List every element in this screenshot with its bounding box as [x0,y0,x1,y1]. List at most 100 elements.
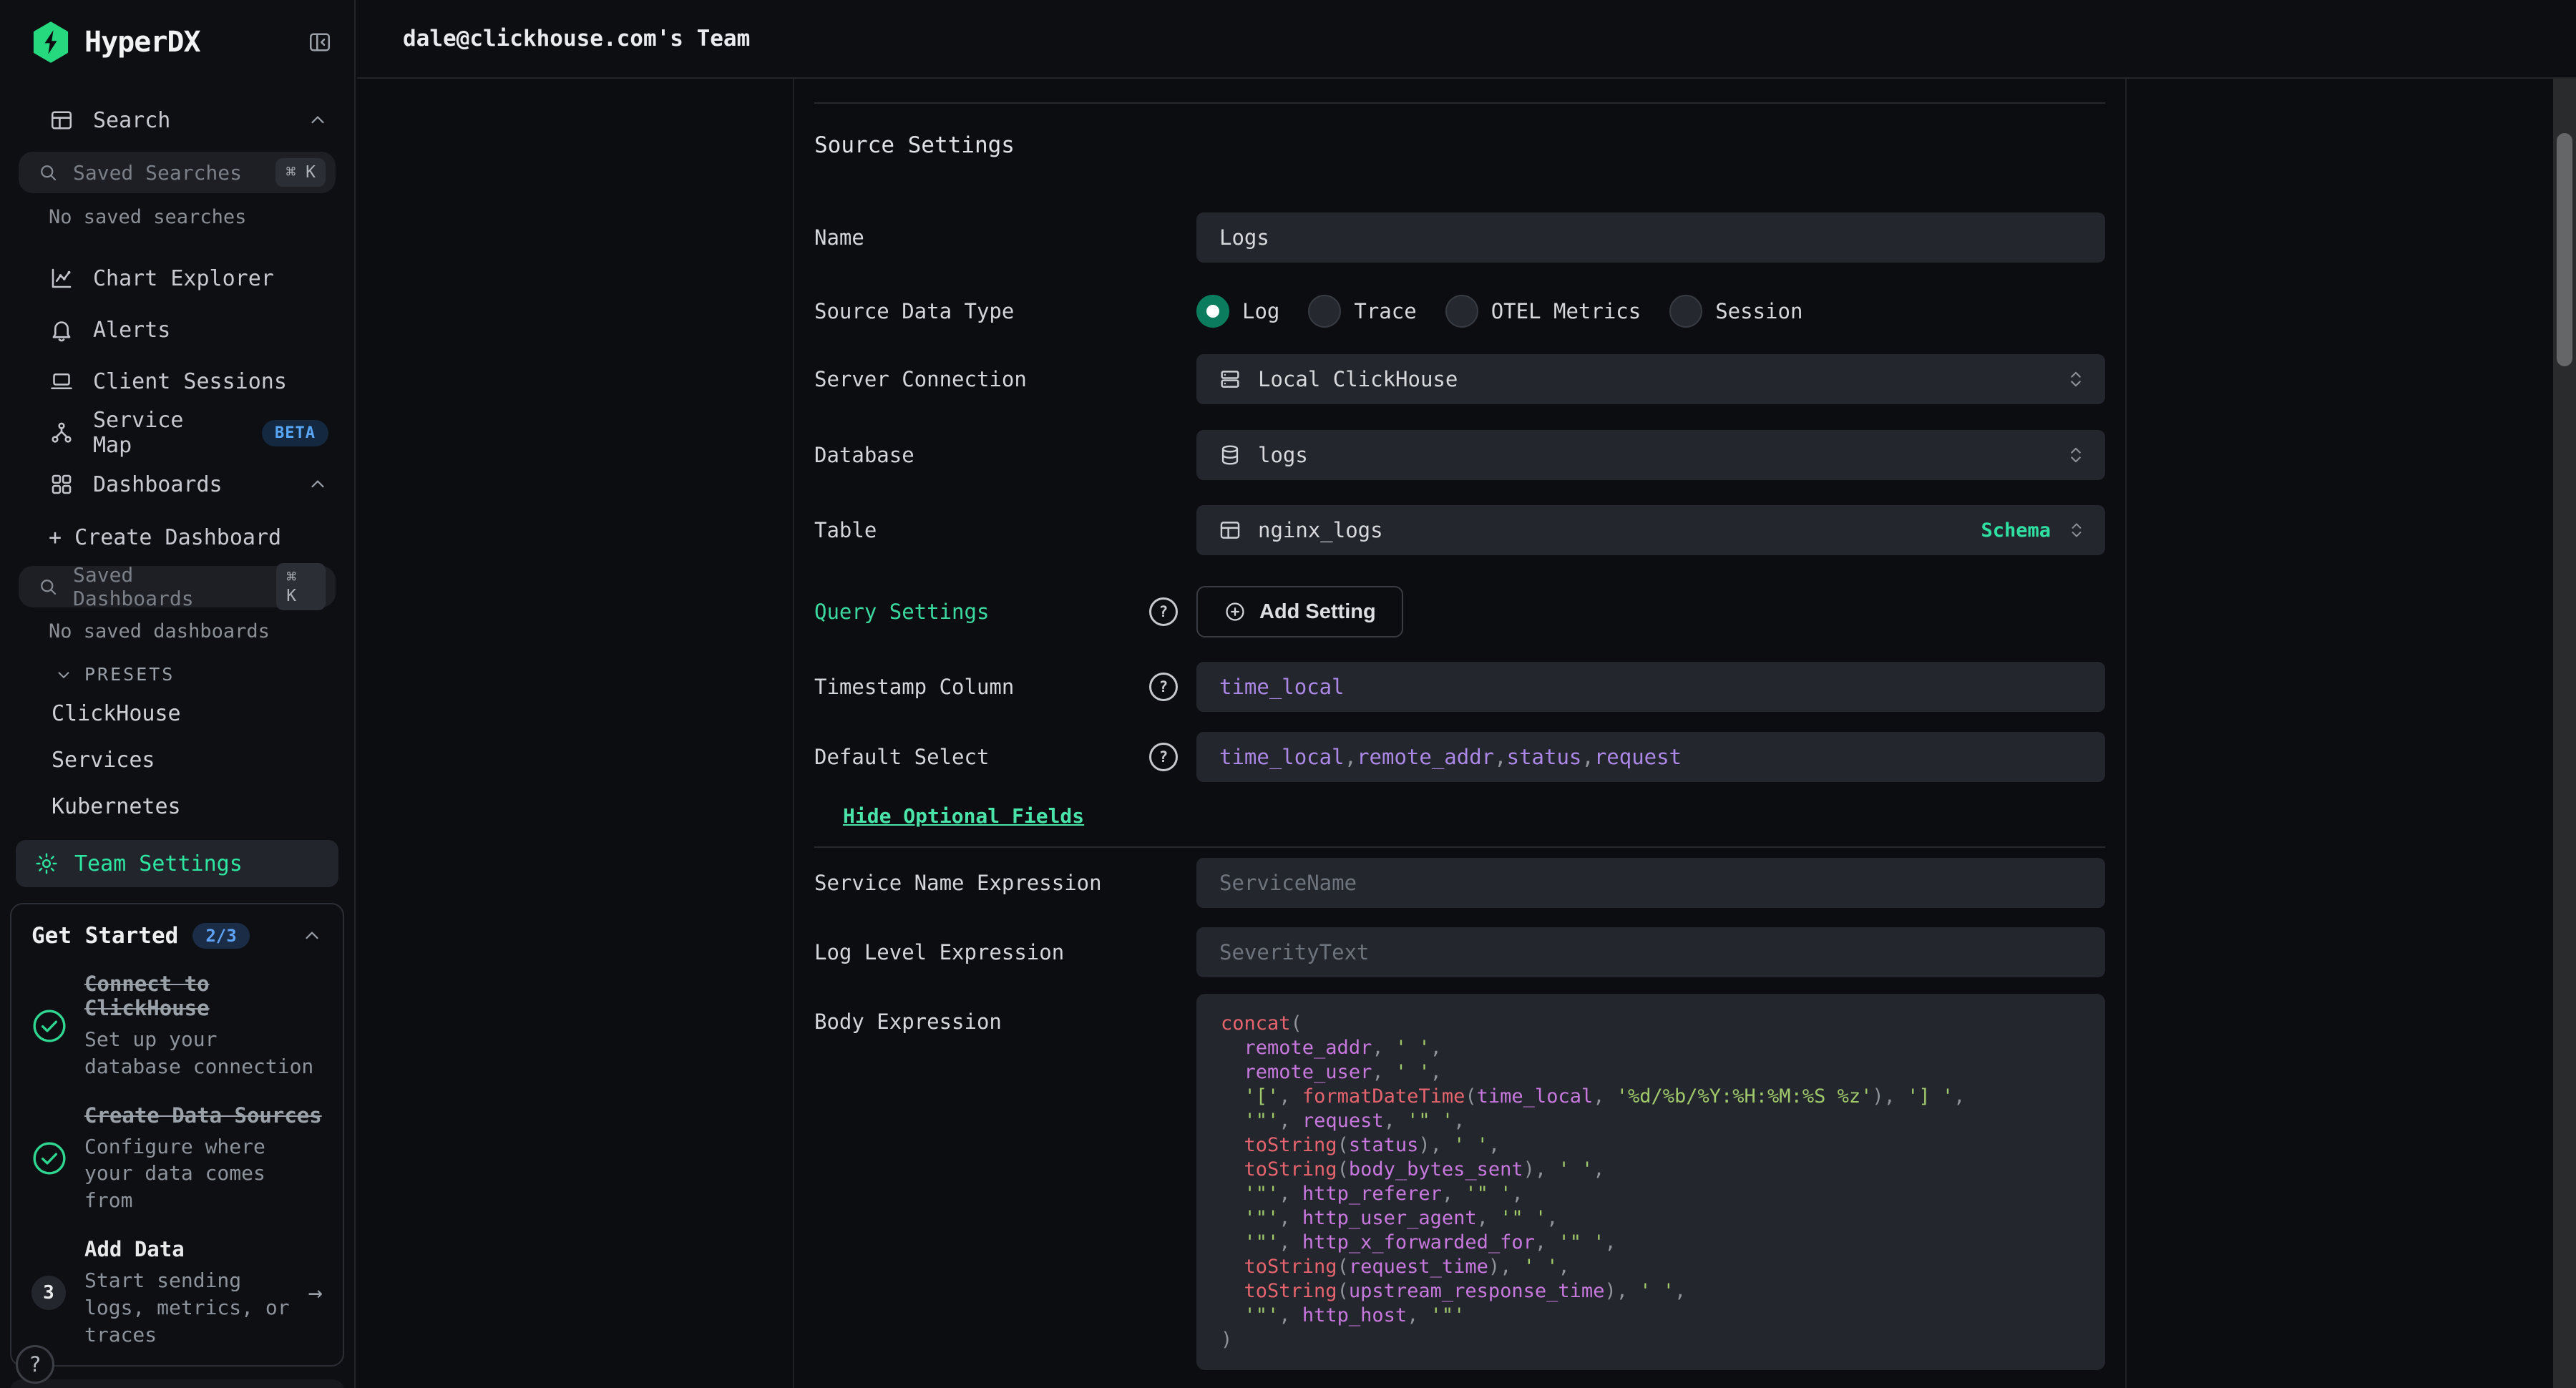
query-settings-row: Query Settings ? Add Setting [814,586,2105,637]
database-value: logs [1258,443,1308,467]
sidebar-item-label: Dashboards [93,472,223,497]
body-expression-row: Body Expression concat( remote_addr, ' '… [814,994,2105,1370]
saved-searches-input[interactable]: Saved Searches ⌘ K [19,152,336,193]
radio-session[interactable]: Session [1669,295,1802,328]
team-settings-label: Team Settings [74,851,243,876]
default-select-row: Default Select ? time_local, remote_addr… [814,732,2105,782]
sidebar-item-search[interactable]: Search [0,94,354,146]
radio-dot [1308,295,1341,328]
no-saved-dashboards-text: No saved dashboards [0,616,354,650]
table-value: nginx_logs [1258,518,1383,542]
sidebar-item-team-settings[interactable]: Team Settings [16,840,338,887]
preset-item-services[interactable]: Services [0,737,354,783]
table-icon [1218,518,1242,542]
deploy-promo-card: Ready to deploy on ClickHouse Cloud? Get… [10,1379,344,1388]
source-data-type-label: Source Data Type [814,299,1196,323]
log-level-row: Log Level Expression [814,927,2105,977]
task-connect-clickhouse[interactable]: Connect to ClickHouse Set up your databa… [31,972,323,1080]
log-level-input[interactable] [1196,927,2105,977]
saved-searches-placeholder: Saved Searches [73,161,242,185]
table-icon [49,107,74,133]
server-icon [1218,367,1242,391]
help-circle-icon[interactable]: ? [1149,673,1178,701]
radio-log[interactable]: Log [1196,295,1279,328]
schema-link[interactable]: Schema [1981,519,2051,542]
create-dashboard-button[interactable]: + Create Dashboard [0,514,354,560]
divider [814,102,2105,104]
preset-item-clickhouse[interactable]: ClickHouse [0,690,354,737]
name-row: Name [814,212,2105,263]
sidebar-item-label: Search [93,108,170,133]
brand-logo[interactable]: HyperDX [0,0,354,63]
check-circle-icon [31,1008,67,1044]
service-name-input[interactable] [1196,858,2105,908]
circle-plus-icon [1224,600,1246,623]
chevron-down-icon [54,665,73,684]
arrow-right-icon: → [308,1279,323,1307]
database-select[interactable]: logs [1196,430,2105,480]
chevron-up-icon[interactable] [301,925,323,947]
default-select-input[interactable]: time_local, remote_addr, status, request [1196,732,2105,782]
radio-dot [1669,295,1702,328]
add-setting-button[interactable]: Add Setting [1196,586,1403,637]
laptop-icon [49,368,74,394]
source-data-type-row: Source Data Type Log Trace OTEL Metrics [814,286,2105,336]
task-desc: Set up your database connection [84,1026,323,1080]
name-input[interactable] [1196,212,2105,263]
sidebar-item-label: Client Sessions [93,369,287,394]
help-button[interactable]: ? [16,1345,54,1384]
body-expression-label: Body Expression [814,994,1196,1034]
radio-trace[interactable]: Trace [1308,295,1416,328]
help-circle-icon[interactable]: ? [1149,743,1178,771]
sidebar-item-label: Alerts [93,318,170,343]
hierarchy-icon [49,420,74,446]
task-desc: Configure where your data comes from [84,1133,323,1214]
sidebar-item-chart-explorer[interactable]: Chart Explorer [0,253,354,304]
presets-toggle[interactable]: PRESETS [0,650,354,690]
sidebar-item-alerts[interactable]: Alerts [0,304,354,356]
chevron-updown-icon [2067,519,2087,541]
hide-optional-fields-link[interactable]: Hide Optional Fields [843,804,1084,828]
server-connection-value: Local ClickHouse [1258,367,1458,391]
get-started-card: Get Started 2/3 Connect to ClickHouse Se… [10,903,344,1367]
scrollbar-track[interactable] [2553,79,2576,1388]
timestamp-column-input[interactable]: time_local [1196,662,2105,712]
sidebar-item-client-sessions[interactable]: Client Sessions [0,356,354,407]
table-select[interactable]: nginx_logs Schema [1196,505,2105,555]
no-saved-searches-text: No saved searches [0,202,354,253]
sidebar-item-service-map[interactable]: Service Map BETA [0,407,354,459]
name-label: Name [814,225,1196,250]
radio-otel-metrics[interactable]: OTEL Metrics [1445,295,1641,328]
kbd-shortcut: ⌘ K [275,158,326,187]
collapse-sidebar-icon[interactable] [307,29,333,55]
grid-icon [49,471,74,497]
task-title: Create Data Sources [84,1103,323,1128]
get-started-title: Get Started [31,923,178,949]
help-circle-icon[interactable]: ? [1149,597,1178,626]
server-connection-select[interactable]: Local ClickHouse [1196,354,2105,404]
database-row: Database logs [814,430,2105,480]
table-label: Table [814,518,1196,542]
scrollbar-thumb[interactable] [2557,133,2572,366]
sidebar-item-dashboards[interactable]: Dashboards [0,459,354,510]
radio-dot [1196,295,1229,328]
query-settings-label: Query Settings ? [814,597,1196,626]
chevron-updown-icon [2065,444,2087,466]
task-create-data-sources[interactable]: Create Data Sources Configure where your… [31,1103,323,1214]
service-name-row: Service Name Expression [814,858,2105,908]
saved-dashboards-input[interactable]: Saved Dashboards ⌘ K [19,566,336,607]
step-number-badge: 3 [31,1276,67,1310]
body-expression-editor[interactable]: concat( remote_addr, ' ', remote_user, '… [1196,994,2105,1370]
hyperdx-logo-icon [31,21,70,63]
beta-badge: BETA [262,420,328,446]
presets-label: PRESETS [84,664,175,685]
preset-item-kubernetes[interactable]: Kubernetes [0,783,354,830]
search-icon [37,162,59,183]
sidebar-item-label: Service Map [93,408,233,458]
table-row: Table nginx_logs Schema [814,505,2105,555]
bell-icon [49,317,74,343]
divider [814,846,2105,848]
task-add-data[interactable]: 3 Add Data Start sending logs, metrics, … [31,1237,323,1348]
check-circle-icon [31,1140,67,1176]
sidebar-item-label: Chart Explorer [93,266,274,291]
